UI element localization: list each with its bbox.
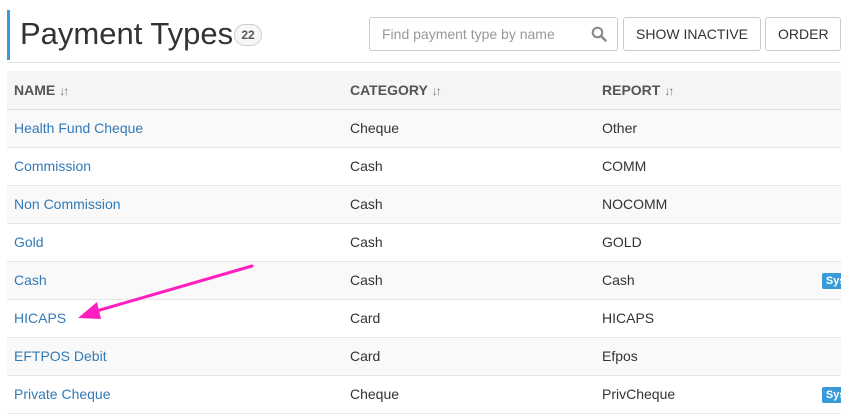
column-header-label: CATEGORY <box>350 81 428 98</box>
payment-type-name-link[interactable]: HICAPS <box>14 310 66 326</box>
table-row[interactable]: EFTPOS Debit Card Efpos <box>7 337 841 375</box>
system-badge: System <box>821 273 841 289</box>
show-inactive-button[interactable]: SHOW INACTIVE <box>623 17 761 51</box>
report-cell: PrivCheque <box>602 386 676 402</box>
category-cell: Cash <box>350 234 383 250</box>
payment-type-name-link[interactable]: EFTPOS Debit <box>14 348 107 364</box>
payment-types-table: NAME ↓↑ CATEGORY ↓↑ REPORT ↓↑ Health Fund C… <box>7 71 841 414</box>
category-cell: Card <box>350 310 381 326</box>
table-row[interactable]: Health Fund Cheque Cheque Other <box>7 109 841 147</box>
search-box[interactable] <box>369 17 618 51</box>
table-row[interactable]: Non Commission Cash NOCOMM <box>7 185 841 223</box>
payment-type-name-link[interactable]: Gold <box>14 234 44 250</box>
count-badge: 22 <box>234 24 262 46</box>
table-row[interactable]: Gold Cash GOLD <box>7 223 841 261</box>
report-cell: NOCOMM <box>602 196 668 212</box>
report-cell: GOLD <box>602 234 642 250</box>
badge-cell <box>792 147 841 185</box>
table-row[interactable]: Private Cheque Cheque PrivCheque System <box>7 375 841 413</box>
badge-cell <box>792 223 841 261</box>
category-cell: Cash <box>350 158 383 174</box>
search-icon[interactable] <box>591 26 607 42</box>
category-cell: Cheque <box>350 386 400 402</box>
report-cell: Efpos <box>602 348 638 364</box>
badge-cell: System <box>792 261 841 299</box>
page-title: Payment Types <box>20 16 234 51</box>
sort-icon[interactable]: ↓↑ <box>59 84 69 98</box>
report-cell: HICAPS <box>602 310 655 326</box>
report-cell: Cash <box>602 272 635 288</box>
sort-icon[interactable]: ↓↑ <box>432 84 442 98</box>
order-button[interactable]: ORDER <box>765 17 841 51</box>
table-row[interactable]: HICAPS Card HICAPS <box>7 299 841 337</box>
sort-icon[interactable]: ↓↑ <box>664 84 674 98</box>
column-header-category[interactable]: CATEGORY ↓↑ <box>343 71 595 110</box>
header-divider <box>7 62 841 63</box>
column-header-report[interactable]: REPORT ↓↑ <box>595 71 792 110</box>
page-header: Payment Types 22 SHOW INACTIVE ORDER <box>0 0 841 62</box>
payment-type-name-link[interactable]: Cash <box>14 272 47 288</box>
badge-cell <box>792 109 841 147</box>
column-header-badge <box>792 71 841 110</box>
column-header-label: REPORT <box>602 81 661 98</box>
column-header-label: NAME <box>14 81 56 98</box>
search-input[interactable] <box>370 18 585 50</box>
report-cell: Other <box>602 120 638 136</box>
system-badge: System <box>821 387 841 403</box>
category-cell: Cheque <box>350 120 400 136</box>
table-row[interactable]: Cash Cash Cash System <box>7 261 841 299</box>
payment-type-name-link[interactable]: Private Cheque <box>14 386 111 402</box>
payment-type-name-link[interactable]: Non Commission <box>14 196 121 212</box>
payment-type-name-link[interactable]: Commission <box>14 158 91 174</box>
payment-types-page: Payment Types 22 SHOW INACTIVE ORDER NAM… <box>0 0 841 415</box>
payment-type-name-link[interactable]: Health Fund Cheque <box>14 120 143 136</box>
badge-cell <box>792 299 841 337</box>
column-header-name[interactable]: NAME ↓↑ <box>7 71 343 110</box>
badge-cell: System <box>792 375 841 413</box>
table-row[interactable]: Commission Cash COMM <box>7 147 841 185</box>
category-cell: Card <box>350 348 381 364</box>
badge-cell <box>792 337 841 375</box>
category-cell: Cash <box>350 272 383 288</box>
badge-cell <box>792 185 841 223</box>
report-cell: COMM <box>602 158 647 174</box>
header-accent-bar <box>7 10 10 60</box>
table-header-row: NAME ↓↑ CATEGORY ↓↑ REPORT ↓↑ <box>7 71 841 110</box>
category-cell: Cash <box>350 196 383 212</box>
